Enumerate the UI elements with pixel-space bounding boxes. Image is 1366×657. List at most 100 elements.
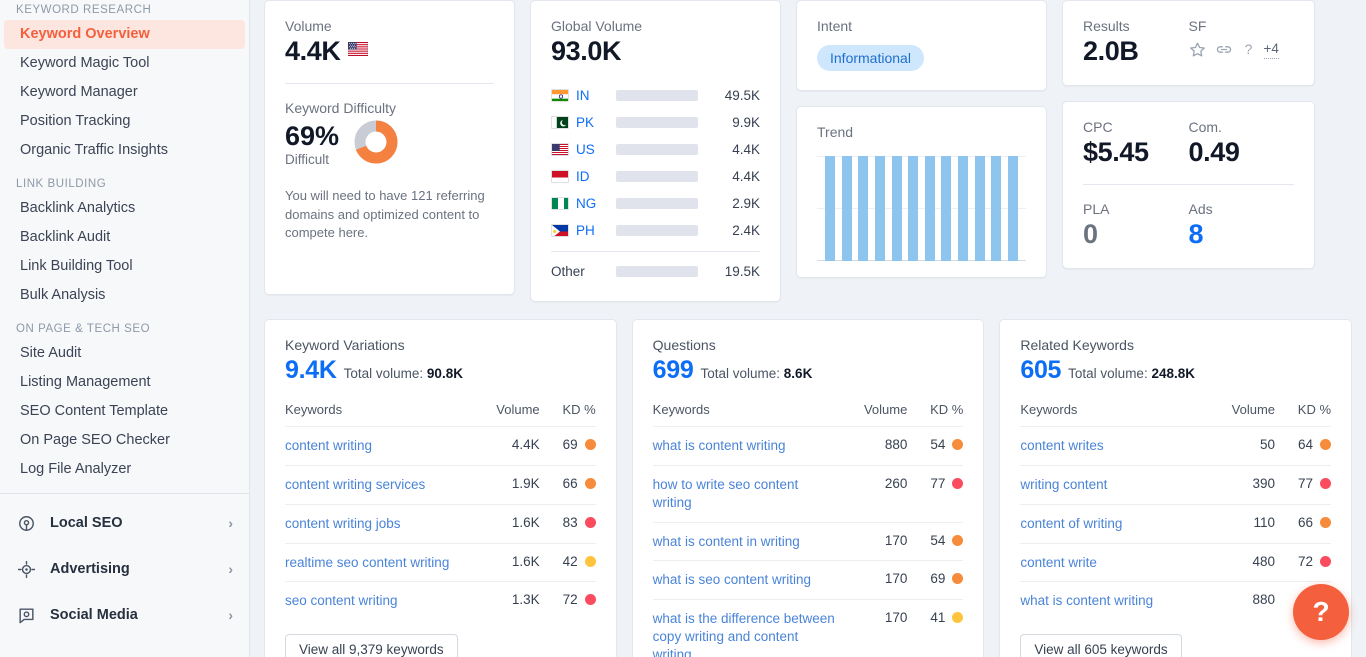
help-button[interactable]: ? [1293, 584, 1349, 640]
keyword-link[interactable]: what is seo content writing [653, 561, 848, 600]
keyword-link[interactable]: content writes [1020, 427, 1215, 466]
sidebar-item-site-audit[interactable]: Site Audit [4, 339, 245, 368]
country-volume-value: 49.5K [708, 88, 760, 103]
keyword-link[interactable]: what is content writing [653, 427, 848, 466]
col-keywords[interactable]: Keywords [653, 402, 848, 427]
keyword-kd: 72 [1275, 543, 1331, 582]
kd-value: 69% [285, 122, 339, 150]
keyword-kd: 66 [1275, 504, 1331, 543]
sidebar-item-keyword-magic-tool[interactable]: Keyword Magic Tool [4, 49, 245, 78]
kd-dot [585, 478, 596, 489]
country-code[interactable]: IN [576, 88, 616, 103]
sidebar-item-keyword-manager[interactable]: Keyword Manager [4, 78, 245, 107]
intent-badge[interactable]: Informational [817, 45, 924, 71]
keyword-volume: 880 [1215, 582, 1275, 620]
sf-block: SF [1189, 18, 1295, 66]
sidebar-item-seo-content-template[interactable]: SEO Content Template [4, 397, 245, 426]
keyword-link[interactable]: content writing jobs [285, 504, 480, 543]
trend-bar [958, 156, 968, 261]
sidebar-item-listing-management[interactable]: Listing Management [4, 368, 245, 397]
sidebar-group-local-seo[interactable]: Local SEO› [0, 500, 249, 546]
table-row: what is content writing8805 [1020, 582, 1331, 620]
col-kd[interactable]: KD % [907, 402, 963, 427]
sidebar-group-advertising[interactable]: Advertising› [0, 546, 249, 592]
keyword-link[interactable]: what is content in writing [653, 522, 848, 561]
kd-dot [952, 612, 963, 623]
sidebar-item-log-file-analyzer[interactable]: Log File Analyzer [4, 455, 245, 484]
divider [1083, 184, 1294, 185]
sidebar-item-backlink-analytics[interactable]: Backlink Analytics [4, 194, 245, 223]
country-volume-row: PK9.9K [551, 109, 760, 136]
sidebar-item-backlink-audit[interactable]: Backlink Audit [4, 223, 245, 252]
col-volume[interactable]: Volume [1215, 402, 1275, 427]
keyword-link[interactable]: seo content writing [285, 582, 480, 620]
variations-summary: 9.4KTotal volume: 90.8K [285, 356, 596, 385]
ads-value[interactable]: 8 [1189, 220, 1295, 249]
sidebar-item-position-tracking[interactable]: Position Tracking [4, 107, 245, 136]
trend-label: Trend [817, 124, 1026, 140]
country-volume-row: IN 49.5K [551, 82, 760, 109]
table-row: what is content in writing17054 [653, 522, 964, 561]
sidebar-nav: KEYWORD RESEARCHKeyword OverviewKeyword … [0, 0, 249, 484]
keyword-kd: 77 [907, 465, 963, 522]
keyword-kd: 41 [907, 600, 963, 657]
keyword-link[interactable]: content writing [285, 427, 480, 466]
sidebar-item-bulk-analysis[interactable]: Bulk Analysis [4, 281, 245, 310]
sidebar-item-organic-traffic-insights[interactable]: Organic Traffic Insights [4, 136, 245, 165]
sidebar-item-keyword-overview[interactable]: Keyword Overview [4, 20, 245, 49]
country-volume-bar [616, 117, 698, 128]
col-volume[interactable]: Volume [480, 402, 540, 427]
kd-number: 66 [563, 476, 578, 491]
country-volume-bar [616, 171, 698, 182]
sidebar-groups: Local SEO›Advertising›Social Media› [0, 493, 249, 638]
keyword-link[interactable]: content of writing [1020, 504, 1215, 543]
kd-number: 64 [1298, 437, 1313, 452]
keyword-link[interactable]: writing content [1020, 465, 1215, 504]
sidebar-section-label: LINK BUILDING [0, 174, 249, 194]
keyword-link[interactable]: content write [1020, 543, 1215, 582]
country-code[interactable]: PH [576, 223, 616, 238]
com-block: Com. 0.49 [1189, 119, 1295, 167]
country-code[interactable]: US [576, 142, 616, 157]
table-row: what is content writing88054 [653, 427, 964, 466]
keyword-link[interactable]: realtime seo content writing [285, 543, 480, 582]
col-keywords[interactable]: Keywords [1020, 402, 1215, 427]
variations-title: Keyword Variations [285, 337, 596, 353]
sf-more-button[interactable]: +4 [1264, 41, 1279, 59]
trend-bar [858, 156, 868, 261]
country-volume-list: IN49.5KPK9.9KUS4.4KID4.4KNG2.9KPH2.4KOth… [551, 82, 760, 285]
sidebar-item-on-page-seo-checker[interactable]: On Page SEO Checker [4, 426, 245, 455]
question-icon[interactable]: ? [1242, 41, 1255, 58]
variations-view-all-button[interactable]: View all 9,379 keywords [285, 634, 458, 657]
sidebar-item-link-building-tool[interactable]: Link Building Tool [4, 252, 245, 281]
keyword-link[interactable]: how to write seo content writing [653, 465, 848, 522]
related-total-volume: Total volume: 248.8K [1068, 366, 1195, 381]
col-volume[interactable]: Volume [847, 402, 907, 427]
link-icon[interactable] [1215, 41, 1233, 58]
trend-bar [1008, 156, 1018, 261]
related-view-all-button[interactable]: View all 605 keywords [1020, 634, 1181, 657]
keyword-link[interactable]: what is content writing [1020, 582, 1215, 620]
trend-bar [842, 156, 852, 261]
questions-table: KeywordsVolumeKD %what is content writin… [653, 402, 964, 657]
sidebar-group-label: Advertising [50, 561, 228, 577]
sidebar-group-social-media[interactable]: Social Media› [0, 592, 249, 638]
col-kd[interactable]: KD % [540, 402, 596, 427]
ph-flag-icon [551, 224, 569, 237]
results-card: Results 2.0B SF [1062, 0, 1315, 86]
country-code[interactable]: NG [576, 196, 616, 211]
cpc-block: CPC $5.45 [1083, 119, 1189, 167]
country-code[interactable]: ID [576, 169, 616, 184]
keyword-link[interactable]: what is the difference between copy writ… [653, 600, 848, 657]
kd-number: 77 [930, 476, 945, 491]
trend-bars [825, 156, 1018, 261]
kd-text: 69% Difficult [285, 122, 339, 167]
col-keywords[interactable]: Keywords [285, 402, 480, 427]
country-code[interactable]: PK [576, 115, 616, 130]
questions-count: 699 [653, 356, 694, 385]
star-icon[interactable] [1189, 41, 1206, 58]
kd-dot [952, 478, 963, 489]
tables-row: Keyword Variations 9.4KTotal volume: 90.8… [264, 319, 1352, 657]
col-kd[interactable]: KD % [1275, 402, 1331, 427]
keyword-link[interactable]: content writing services [285, 465, 480, 504]
